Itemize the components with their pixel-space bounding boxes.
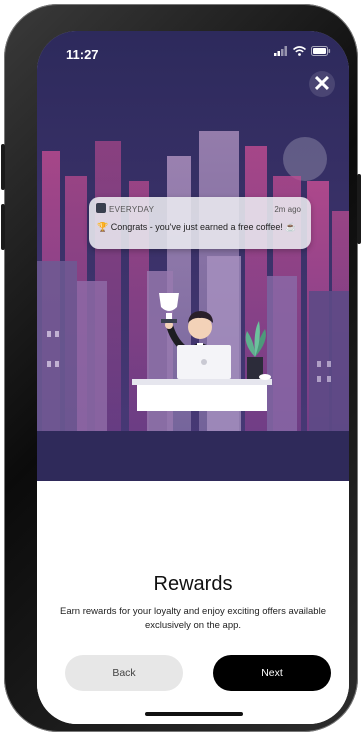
close-button[interactable]: ✕	[309, 71, 335, 97]
wifi-icon	[293, 46, 306, 56]
phone-side-button	[1, 204, 5, 250]
battery-icon	[311, 46, 331, 56]
status-bar: 11:27	[37, 31, 349, 71]
phone-frame: 11:27 ✕ EVERYDAY 2m ago 🏆 Congrats - you…	[1, 4, 361, 732]
close-icon: ✕	[312, 71, 332, 96]
city-office-illustration	[37, 31, 349, 481]
signal-icon	[274, 46, 287, 56]
onboarding-content: Rewards Earn rewards for your loyalty an…	[37, 481, 349, 724]
phone-side-button	[1, 144, 5, 190]
app-icon	[96, 203, 106, 213]
notification-message-row: 🏆 Congrats - you've just earned a free c…	[97, 222, 297, 233]
phone-power-button	[357, 174, 361, 244]
status-time: 11:27	[66, 47, 99, 62]
trophy-icon: 🏆	[97, 222, 109, 232]
hero-illustration-area: 11:27 ✕ EVERYDAY 2m ago 🏆 Congrats - you…	[37, 31, 349, 481]
coffee-icon: ☕	[285, 222, 297, 232]
page-description: Earn rewards for your loyalty and enjoy …	[60, 606, 326, 631]
home-indicator[interactable]	[145, 712, 243, 716]
page-title: Rewards	[153, 573, 233, 595]
notification-banner[interactable]: EVERYDAY 2m ago 🏆 Congrats - you've just…	[89, 197, 311, 249]
notification-time: 2m ago	[274, 205, 301, 214]
status-icons	[274, 46, 331, 56]
notification-app-name: EVERYDAY	[109, 205, 155, 214]
next-button[interactable]: Next	[213, 655, 331, 691]
app-screen: 11:27 ✕ EVERYDAY 2m ago 🏆 Congrats - you…	[37, 31, 349, 724]
notification-message: Congrats - you've just earned a free cof…	[110, 222, 283, 232]
back-button[interactable]: Back	[65, 655, 183, 691]
